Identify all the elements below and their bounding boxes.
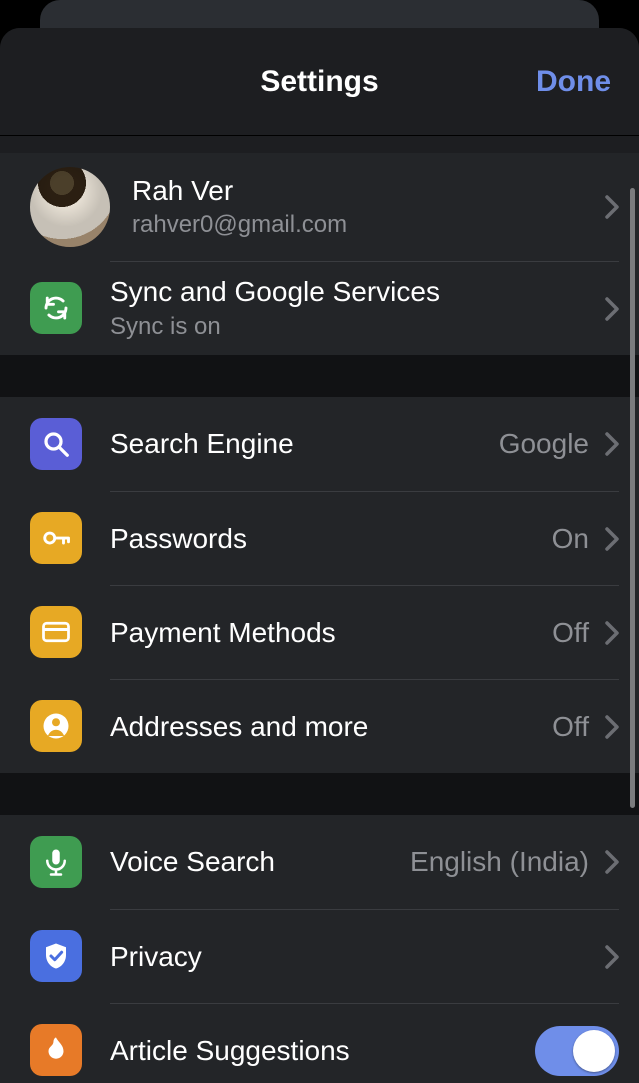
page-title: Settings xyxy=(260,65,378,99)
chevron-right-icon xyxy=(605,527,619,551)
account-email: rahver0@gmail.com xyxy=(132,209,605,240)
sync-status: Sync is on xyxy=(110,311,605,342)
privacy-label: Privacy xyxy=(110,940,605,974)
header-bar: Settings Done xyxy=(0,28,639,136)
passwords-value: On xyxy=(552,523,589,555)
chevron-right-icon xyxy=(605,297,619,321)
row-addresses[interactable]: Addresses and more Off xyxy=(0,679,639,773)
row-voice-search[interactable]: Voice Search English (India) xyxy=(0,815,639,909)
toggle-knob xyxy=(573,1030,615,1072)
shield-check-icon xyxy=(30,930,82,982)
account-name: Rah Ver xyxy=(132,174,605,208)
article-toggle[interactable] xyxy=(535,1026,619,1076)
addresses-label: Addresses and more xyxy=(110,710,552,744)
settings-sheet: Settings Done Rah Ver rahver0@gmail.com xyxy=(0,28,639,1083)
passwords-label: Passwords xyxy=(110,522,552,556)
addresses-value: Off xyxy=(552,711,589,743)
credit-card-icon xyxy=(30,606,82,658)
settings-scroll[interactable]: Rah Ver rahver0@gmail.com Sync and Googl… xyxy=(0,137,639,1083)
chevron-right-icon xyxy=(605,945,619,969)
avatar xyxy=(30,167,110,247)
row-sync[interactable]: Sync and Google Services Sync is on xyxy=(0,261,639,355)
voice-label: Voice Search xyxy=(110,845,410,879)
chevron-right-icon xyxy=(605,195,619,219)
voice-value: English (India) xyxy=(410,846,589,878)
payment-label: Payment Methods xyxy=(110,616,552,650)
key-icon xyxy=(30,512,82,564)
search-engine-value: Google xyxy=(499,428,589,460)
row-payment-methods[interactable]: Payment Methods Off xyxy=(0,585,639,679)
row-passwords[interactable]: Passwords On xyxy=(0,491,639,585)
section-advanced: Voice Search English (India) Privacy xyxy=(0,815,639,1083)
section-account: Rah Ver rahver0@gmail.com Sync and Googl… xyxy=(0,153,639,355)
search-icon xyxy=(30,418,82,470)
scrollbar[interactable] xyxy=(630,188,635,808)
row-account[interactable]: Rah Ver rahver0@gmail.com xyxy=(0,153,639,261)
microphone-icon xyxy=(30,836,82,888)
sync-label: Sync and Google Services xyxy=(110,275,605,309)
spacer xyxy=(0,137,639,153)
row-article-suggestions[interactable]: Article Suggestions xyxy=(0,1003,639,1083)
search-engine-label: Search Engine xyxy=(110,427,499,461)
flame-icon xyxy=(30,1024,82,1076)
chevron-right-icon xyxy=(605,621,619,645)
done-button[interactable]: Done xyxy=(536,65,611,99)
row-privacy[interactable]: Privacy xyxy=(0,909,639,1003)
row-search-engine[interactable]: Search Engine Google xyxy=(0,397,639,491)
section-basics: Search Engine Google Passwords On xyxy=(0,397,639,773)
sync-icon xyxy=(30,282,82,334)
payment-value: Off xyxy=(552,617,589,649)
chevron-right-icon xyxy=(605,432,619,456)
chevron-right-icon xyxy=(605,715,619,739)
chevron-right-icon xyxy=(605,850,619,874)
background-card-hint xyxy=(40,0,599,28)
section-divider xyxy=(0,355,639,397)
section-divider xyxy=(0,773,639,815)
article-label: Article Suggestions xyxy=(110,1034,535,1068)
person-icon xyxy=(30,700,82,752)
